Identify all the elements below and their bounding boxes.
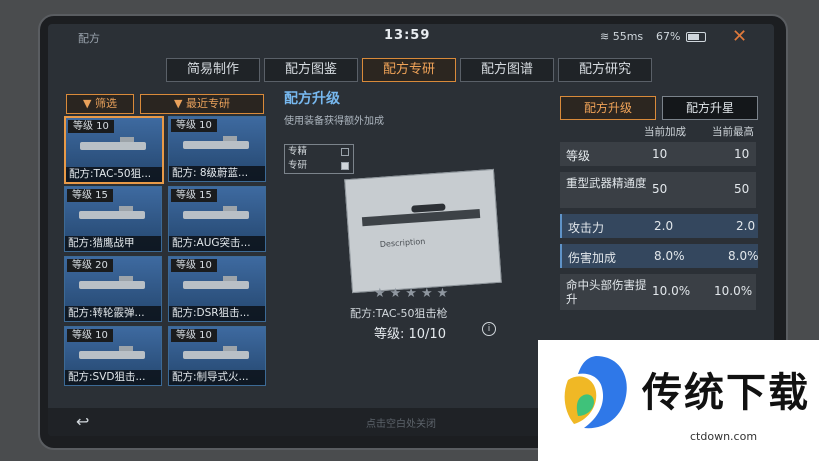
card-level: 等级 20 bbox=[67, 259, 113, 272]
stat-current: 10 bbox=[652, 147, 668, 161]
status-bar: 配方 13:59 ≋ 55ms 67% ✕ bbox=[48, 24, 774, 50]
stat-label: 攻击力 bbox=[568, 221, 605, 235]
recipe-card[interactable]: 等级 10 配方:TAC-50狙... bbox=[64, 116, 164, 184]
tab-recipe-gallery[interactable]: 配方图鉴 bbox=[264, 58, 358, 82]
card-name: 配方:制导式火... bbox=[169, 370, 265, 385]
tab-star-up[interactable]: 配方升星 bbox=[662, 96, 758, 120]
watermark-logo-icon bbox=[564, 356, 627, 429]
card-name: 配方:猎鹰战甲 bbox=[65, 236, 161, 251]
card-name: 配方:SVD狙击... bbox=[65, 370, 161, 385]
upgrade-title: 配方升级 bbox=[284, 91, 340, 107]
recipe-card[interactable]: 等级 15 配方:猎鹰战甲 bbox=[64, 186, 162, 252]
stat-max: 10 bbox=[734, 147, 750, 161]
card-name: 配方:TAC-50狙... bbox=[66, 167, 162, 182]
rifle-icon bbox=[183, 206, 249, 219]
window-title: 配方 bbox=[78, 32, 100, 45]
close-icon[interactable]: ✕ bbox=[732, 26, 747, 47]
tab-recipe-atlas[interactable]: 配方图谱 bbox=[460, 58, 554, 82]
col-max: 当前最高 bbox=[712, 126, 754, 138]
rifle-icon bbox=[183, 276, 249, 289]
stat-current: 8.0% bbox=[654, 249, 685, 263]
info-icon[interactable]: i bbox=[482, 322, 496, 336]
armor-icon bbox=[79, 206, 145, 219]
stat-row: 等级 10 10 bbox=[560, 142, 756, 166]
watermark: 传统下载 ctdown.com bbox=[538, 340, 819, 461]
mode-checklist: 专精 专研 bbox=[284, 144, 354, 174]
stat-current: 50 bbox=[652, 182, 668, 196]
check-research-label: 专研 bbox=[288, 160, 308, 171]
battery-percent: 67% bbox=[656, 30, 681, 43]
checkbox-icon bbox=[341, 148, 349, 156]
card-level: 等级 15 bbox=[171, 189, 217, 202]
filter-label: 筛选 bbox=[94, 97, 117, 110]
card-level: 等级 10 bbox=[171, 259, 217, 272]
rifle-icon bbox=[80, 137, 146, 150]
stat-row: 伤害加成 8.0% 8.0% bbox=[560, 244, 759, 268]
card-level: 等级 15 bbox=[67, 189, 113, 202]
stat-row: 攻击力 2.0 2.0 bbox=[560, 214, 758, 238]
tab-recipe-study[interactable]: 配方研究 bbox=[558, 58, 652, 82]
watermark-text: 传统下载 bbox=[642, 370, 810, 416]
stat-label: 等级 bbox=[566, 149, 591, 163]
card-name: 配方: 8级蔚蓝... bbox=[169, 166, 265, 181]
stat-max: 50 bbox=[734, 182, 750, 196]
wifi-icon: ≋ 55ms bbox=[600, 30, 644, 43]
card-level: 等级 10 bbox=[68, 120, 114, 133]
close-hint: 点击空白处关闭 bbox=[366, 419, 436, 430]
recipe-card[interactable]: 等级 20 配方:转轮霰弹... bbox=[64, 256, 162, 322]
recipe-paper: Description bbox=[344, 168, 502, 294]
weapon-name: 配方:TAC-50狙击枪 bbox=[350, 307, 448, 320]
paper-label: Description bbox=[379, 236, 426, 250]
stat-label: 重型武器精通度 bbox=[566, 176, 647, 190]
watermark-url: ctdown.com bbox=[690, 430, 758, 443]
star-rating: ★★★★★ bbox=[374, 286, 453, 301]
card-level: 等级 10 bbox=[171, 329, 217, 342]
level-readout: 等级: 10/10 bbox=[374, 327, 446, 342]
filter-button[interactable]: ▼ 筛选 bbox=[66, 94, 134, 114]
upgrade-subtitle: 使用装备获得额外加成 bbox=[284, 116, 384, 127]
stat-label: 伤害加成 bbox=[568, 251, 617, 265]
card-name: 配方:AUG突击... bbox=[169, 236, 265, 251]
rifle-icon bbox=[79, 346, 145, 359]
tab-simple-craft[interactable]: 简易制作 bbox=[166, 58, 260, 82]
battery-icon bbox=[686, 32, 706, 42]
stat-current: 10.0% bbox=[652, 284, 691, 298]
stat-label: 命中头部伤害提升 bbox=[566, 278, 647, 306]
back-icon[interactable]: ↩ bbox=[76, 412, 89, 431]
stat-max: 10.0% bbox=[714, 284, 753, 298]
card-level: 等级 10 bbox=[171, 119, 217, 132]
tab-upgrade[interactable]: 配方升级 bbox=[560, 96, 656, 120]
recipe-card[interactable]: 等级 10 配方:制导式火... bbox=[168, 326, 266, 386]
stat-row: 命中头部伤害提升 10.0% 10.0% bbox=[560, 274, 756, 310]
recipe-card[interactable]: 等级 10 配方: 8级蔚蓝... bbox=[168, 116, 266, 182]
checkbox-icon bbox=[341, 162, 349, 170]
clock: 13:59 bbox=[384, 28, 431, 43]
launcher-icon bbox=[183, 346, 249, 359]
recipe-card[interactable]: 等级 10 配方:SVD狙击... bbox=[64, 326, 162, 386]
stat-max: 8.0% bbox=[728, 249, 759, 263]
card-name: 配方:DSR狙击... bbox=[169, 306, 265, 321]
shotgun-icon bbox=[79, 276, 145, 289]
col-current: 当前加成 bbox=[644, 126, 686, 138]
check-research[interactable]: 专研 bbox=[285, 159, 353, 173]
stat-current: 2.0 bbox=[654, 219, 674, 233]
stat-max: 2.0 bbox=[736, 219, 756, 233]
card-name: 配方:转轮霰弹... bbox=[65, 306, 161, 321]
card-level: 等级 10 bbox=[67, 329, 113, 342]
tab-recipe-research[interactable]: 配方专研 bbox=[362, 58, 456, 82]
network-latency: 55ms bbox=[612, 30, 644, 43]
recent-research-button[interactable]: ▼ 最近专研 bbox=[140, 94, 264, 114]
armor-icon bbox=[183, 136, 249, 149]
recipe-card[interactable]: 等级 10 配方:DSR狙击... bbox=[168, 256, 266, 322]
recent-label: 最近专研 bbox=[185, 97, 230, 110]
check-expert[interactable]: 专精 bbox=[285, 145, 353, 159]
stat-row: 重型武器精通度 50 50 bbox=[560, 172, 756, 208]
check-expert-label: 专精 bbox=[288, 146, 308, 157]
recipe-card[interactable]: 等级 15 配方:AUG突击... bbox=[168, 186, 266, 252]
